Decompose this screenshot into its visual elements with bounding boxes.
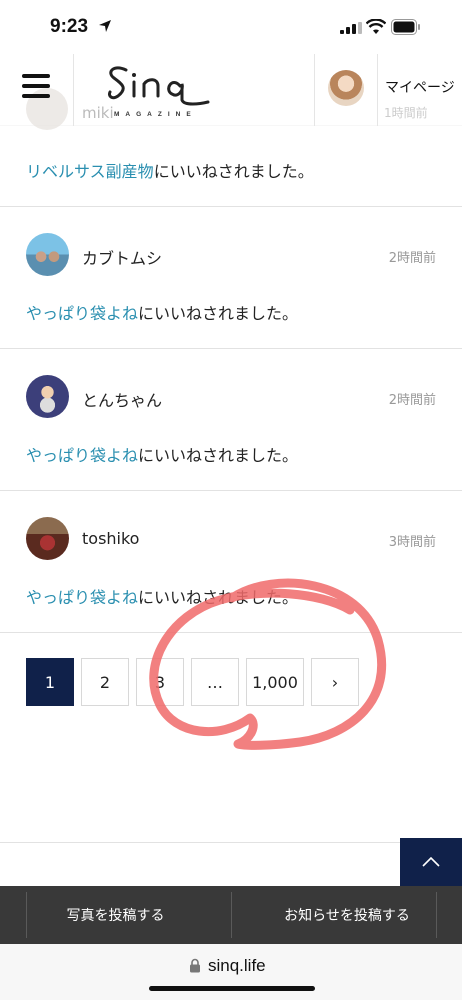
notification-item[interactable]: とんちゃん 2時間前 やっぱり袋よねにいいねされました。 <box>0 349 462 491</box>
notification-action-text: にいいねされました。 <box>153 162 314 181</box>
notification-action-text: にいいねされました。 <box>138 304 299 323</box>
avatar[interactable] <box>26 233 69 276</box>
divider <box>377 50 378 126</box>
divider <box>0 842 462 843</box>
page-button-last[interactable]: 1,000 <box>246 658 304 706</box>
page-button-current[interactable]: 1 <box>26 658 74 706</box>
location-arrow-icon <box>99 20 111 32</box>
next-page-button[interactable]: › <box>311 658 359 706</box>
notification-time: 2時間前 <box>388 393 436 408</box>
post-title-link[interactable]: やっぱり袋よね <box>26 588 138 607</box>
divider <box>26 892 27 938</box>
avatar[interactable] <box>26 517 69 560</box>
user-name[interactable]: toshiko <box>82 529 139 548</box>
user-name[interactable]: カブトムシ <box>82 245 162 269</box>
avatar[interactable] <box>26 375 69 418</box>
notification-item[interactable]: toshiko 3時間前 やっぱり袋よねにいいねされました。 <box>0 491 462 633</box>
notification-message: やっぱり袋よねにいいねされました。 <box>26 442 298 466</box>
notification-item[interactable]: カブトムシ 2時間前 やっぱり袋よねにいいねされました。 <box>0 207 462 349</box>
post-title-link[interactable]: やっぱり袋よね <box>26 446 138 465</box>
cellular-signal-icon <box>340 22 362 34</box>
lock-icon <box>190 958 200 973</box>
status-time: 9:23 <box>50 16 89 37</box>
notification-time: 1時間前 <box>384 106 428 120</box>
notification-time: 2時間前 <box>388 251 436 266</box>
divider <box>73 50 74 126</box>
bottom-action-bar: 写真を投稿する お知らせを投稿する <box>0 886 462 944</box>
status-bar: 9:23 <box>0 0 462 54</box>
notification-action-text: にいいねされました。 <box>138 588 299 607</box>
notification-action-text: にいいねされました。 <box>138 446 299 465</box>
back-to-top-button[interactable] <box>400 838 462 886</box>
user-name[interactable]: とんちゃん <box>82 387 162 411</box>
hamburger-menu-icon[interactable] <box>22 74 50 98</box>
divider <box>314 50 315 126</box>
logo-subtitle: MAGAZINE <box>114 111 197 118</box>
notification-time: 3時間前 <box>388 535 436 550</box>
post-title-link[interactable]: やっぱり袋よね <box>26 304 138 323</box>
home-indicator <box>149 986 315 991</box>
post-photo-button[interactable]: 写真を投稿する <box>0 886 231 944</box>
wifi-icon <box>366 19 386 34</box>
site-header: miki 1時間前 MAGAZINE マイページ <box>0 50 462 130</box>
chevron-up-icon <box>422 857 440 867</box>
battery-icon <box>391 19 420 35</box>
url-text[interactable]: sinq.life <box>208 956 266 976</box>
page-button[interactable]: 2 <box>81 658 129 706</box>
notification-message: リベルサス副産物にいいねされました。 <box>26 158 314 182</box>
mypage-link[interactable]: マイページ <box>385 77 455 97</box>
post-title-link[interactable]: リベルサス副産物 <box>26 162 154 181</box>
divider <box>0 632 462 633</box>
user-avatar[interactable] <box>328 70 364 106</box>
browser-url-bar[interactable]: sinq.life <box>0 944 462 1000</box>
post-notice-button[interactable]: お知らせを投稿する <box>232 886 462 944</box>
notification-message: やっぱり袋よねにいいねされました。 <box>26 300 298 324</box>
page-ellipsis: … <box>191 658 239 706</box>
notification-message: やっぱり袋よねにいいねされました。 <box>26 584 298 608</box>
page-button[interactable]: 3 <box>136 658 184 706</box>
divider <box>436 892 437 938</box>
